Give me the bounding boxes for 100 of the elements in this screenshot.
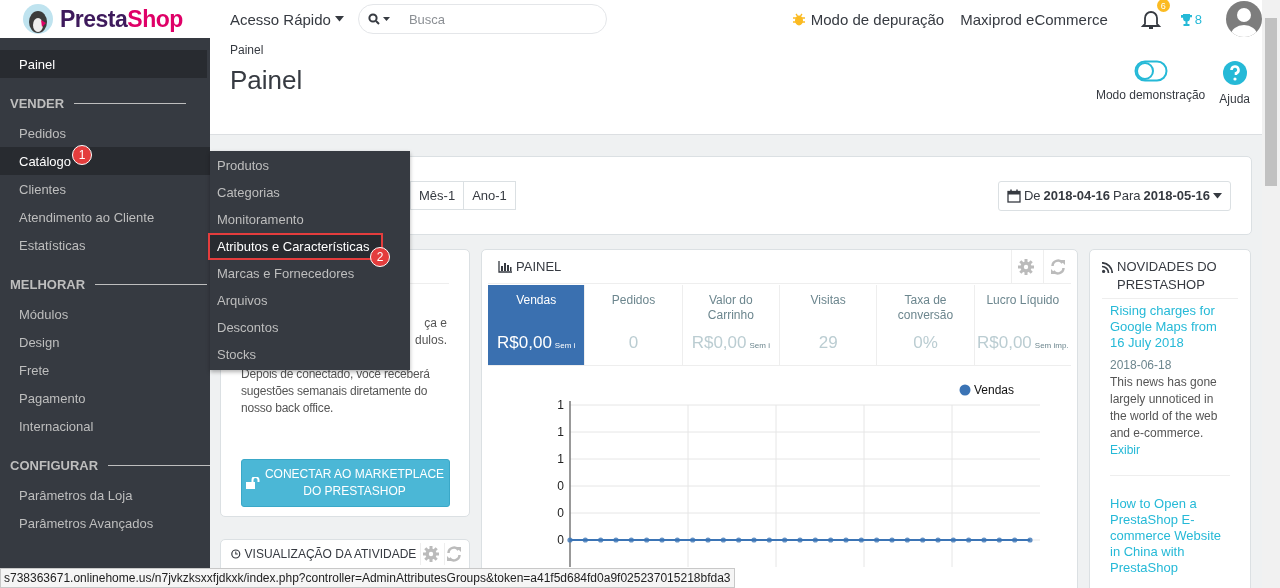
- refresh-icon: [445, 546, 462, 562]
- data-point: [598, 537, 604, 543]
- calendar-icon: [1006, 188, 1021, 203]
- data-point: [996, 537, 1002, 543]
- submenu-item[interactable]: Categorias: [210, 179, 410, 206]
- demo-mode-toggle[interactable]: Modo demonstração: [1095, 60, 1206, 102]
- data-point: [843, 537, 849, 543]
- data-point: [874, 537, 880, 543]
- trophy-count: 8: [1194, 11, 1202, 27]
- debug-mode-label[interactable]: Modo de depuração: [810, 10, 945, 28]
- data-point: [935, 537, 941, 543]
- trophy-icon[interactable]: [1179, 12, 1193, 26]
- data-point: [981, 537, 987, 543]
- date-range-picker[interactable]: De 2018-04-16 Para 2018-05-16: [997, 180, 1231, 211]
- help-button[interactable]: Ajuda: [1219, 60, 1250, 106]
- submenu-item[interactable]: Monitoramento: [210, 206, 410, 233]
- data-point: [858, 537, 864, 543]
- caret-icon: [1213, 192, 1222, 199]
- sidebar-item[interactable]: Clientes: [0, 175, 210, 203]
- axis-tick-label: 1: [557, 425, 564, 439]
- step-badge: 1: [72, 145, 92, 165]
- data-point: [904, 537, 910, 543]
- sidebar-item[interactable]: Frete: [0, 356, 210, 384]
- bar-chart-icon: [498, 260, 512, 273]
- status-bar-url: s738363671.onlinehome.us/n7jvkzksxxfjdkxk/index.php?controller=AdminAttributesGroups&token=a41f5d684fd0a9f025237015218bfda3: [0, 568, 735, 588]
- data-point: [690, 537, 696, 543]
- period-button[interactable]: Ano-1: [464, 181, 516, 210]
- settings-icon: [422, 546, 439, 562]
- sidebar-item[interactable]: Atendimento ao Cliente: [0, 203, 210, 231]
- rss-icon: [1102, 262, 1113, 273]
- sidebar-item[interactable]: Parâmetros da Loja: [0, 481, 210, 509]
- data-point: [966, 537, 972, 543]
- logo-icon[interactable]: [22, 3, 54, 35]
- data-point: [797, 537, 803, 543]
- toggle-icon: [1133, 60, 1168, 82]
- sidebar-item[interactable]: Internacional: [0, 412, 210, 440]
- refresh-icon: [1049, 258, 1066, 275]
- data-point: [736, 537, 742, 543]
- data-point: [644, 537, 650, 543]
- text-fragment: dulos.: [414, 332, 447, 349]
- data-point: [920, 537, 926, 543]
- data-point: [782, 537, 788, 543]
- settings-button[interactable]: [420, 543, 440, 565]
- bell-icon[interactable]: [1139, 8, 1162, 30]
- refresh-button[interactable]: [443, 543, 463, 565]
- avatar-icon[interactable]: [1226, 1, 1262, 37]
- data-point: [628, 537, 634, 543]
- shop-name-link[interactable]: Maxiprod eCommerce: [960, 10, 1108, 28]
- data-point: [889, 537, 895, 543]
- data-point: [613, 537, 619, 543]
- data-point: [705, 537, 711, 543]
- sidebar-item[interactable]: Estatísticas: [0, 231, 210, 259]
- sidebar-item[interactable]: Catálogo 1: [0, 147, 210, 175]
- legend-label: Vendas: [974, 383, 1015, 397]
- axis-tick-label: 1: [557, 398, 564, 412]
- period-button[interactable]: Mês-1: [410, 181, 465, 210]
- data-point: [567, 537, 573, 543]
- submenu-item[interactable]: Arquivos: [210, 287, 410, 314]
- quick-access-menu[interactable]: Acesso Rápido: [210, 10, 350, 28]
- section-heading: VENDER: [10, 96, 65, 111]
- text-fragment: ça e: [424, 315, 447, 332]
- logo-wordmark[interactable]: PrestaShop: [60, 5, 183, 33]
- data-point: [766, 537, 772, 543]
- bug-icon: [792, 12, 805, 26]
- help-icon: [1221, 60, 1248, 86]
- data-point: [720, 537, 726, 543]
- axis-tick-label: 0: [557, 533, 564, 547]
- caret-icon: [334, 16, 344, 22]
- card-title: PAINEL: [516, 259, 563, 274]
- data-point: [659, 537, 665, 543]
- notification-count: 6: [1156, 0, 1170, 12]
- kpi-tab[interactable]: Vendas R$0,00 Sem i: [488, 285, 586, 365]
- breadcrumb[interactable]: Painel: [230, 43, 303, 57]
- news-summary: This news has gone largely unnoticed in the world of the web and e-commerce.: [1110, 374, 1219, 442]
- section-heading: MELHORAR: [10, 277, 86, 292]
- axis-tick-label: 1: [557, 452, 564, 466]
- sidebar-item[interactable]: Painel: [0, 50, 207, 78]
- data-point: [674, 537, 680, 543]
- data-point: [582, 537, 588, 543]
- page-title: Painel: [230, 65, 303, 96]
- news-date: 2018-06-18: [1110, 357, 1173, 374]
- data-point: [1012, 537, 1018, 543]
- sidebar-item[interactable]: Módulos: [0, 300, 210, 328]
- data-point: [812, 537, 818, 543]
- sidebar-item[interactable]: Pagamento: [0, 384, 210, 412]
- step-badge: 2: [370, 247, 390, 267]
- settings-icon: [1017, 258, 1034, 275]
- search-icon[interactable]: [367, 13, 392, 25]
- submenu-item[interactable]: Stocks: [210, 341, 410, 368]
- submenu-item[interactable]: Produtos: [210, 152, 410, 179]
- submenu-item[interactable]: Descontos: [210, 314, 410, 341]
- card-title: NOVIDADES DO PRESTASHOP: [1117, 258, 1218, 294]
- card-title: VISUALIZAÇÃO DA ATIVIDADE: [244, 547, 417, 561]
- data-point: [1027, 537, 1033, 543]
- search-field[interactable]: Busca: [357, 4, 607, 34]
- sidebar-item[interactable]: Parâmetros Avançados: [0, 509, 210, 537]
- sidebar-item[interactable]: Pedidos: [0, 119, 210, 147]
- axis-tick-label: 0: [557, 506, 564, 520]
- sidebar-item[interactable]: Design: [0, 328, 210, 356]
- section-heading: CONFIGURAR: [10, 458, 99, 473]
